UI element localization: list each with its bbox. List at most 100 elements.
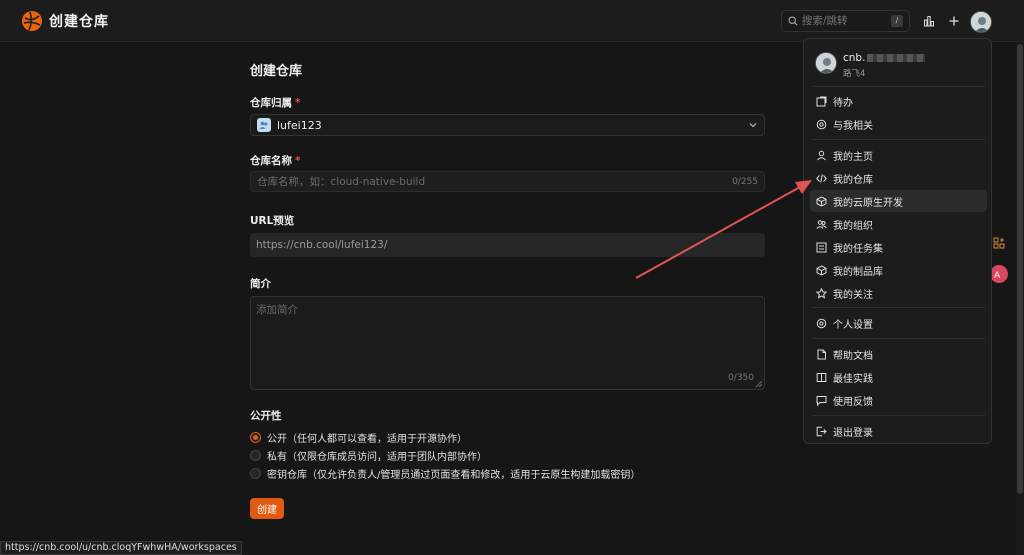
app-title: 创建仓库 (49, 14, 109, 30)
repo-name-input[interactable] (257, 175, 733, 188)
org-avatar-icon (257, 118, 271, 132)
menu-item-todo[interactable]: 待办 (810, 90, 987, 112)
menu-item-label: 我的云原生开发 (833, 197, 903, 209)
visibility-secret-option[interactable]: 密钥仓库（仅允许负责人/管理员通过页面查看和修改，适用于云原生构建加载密钥） (250, 466, 640, 481)
code-icon (816, 173, 827, 183)
required-mark: * (295, 155, 301, 167)
menu-item-label: 我的制品库 (833, 266, 883, 278)
menu-item-label: 个人设置 (833, 319, 873, 331)
menu-user-name-text: cnb. (843, 52, 866, 64)
menu-item-best-practice[interactable]: 最佳实践 (810, 366, 987, 388)
url-preview: https://cnb.cool/lufei123/ (250, 233, 765, 257)
menu-divider (812, 338, 985, 339)
redacted-mask (867, 54, 926, 62)
user-avatar-button[interactable] (970, 11, 992, 33)
chevron-down-icon (749, 123, 757, 128)
top-bar: 创建仓库 / (0, 0, 1024, 42)
name-label-text: 仓库名称 (250, 155, 292, 167)
name-label: 仓库名称 * (250, 153, 301, 168)
radio-public[interactable] (250, 432, 261, 443)
owner-label-text: 仓库归属 (250, 97, 292, 109)
menu-item-following[interactable]: 我的关注 (810, 282, 987, 304)
menu-item-profile[interactable]: 我的主页 (810, 144, 987, 166)
radio-secret-label: 密钥仓库（仅允许负责人/管理员通过页面查看和修改，适用于云原生构建加载密钥） (267, 470, 641, 481)
logout-icon (816, 426, 827, 436)
name-counter: 0/255 (732, 176, 758, 187)
svg-text:A: A (994, 271, 1001, 280)
menu-item-mentions[interactable]: 与我相关 (810, 113, 987, 135)
resize-handle-icon[interactable] (756, 381, 762, 387)
menu-user-header: cnb. 路飞4 (815, 52, 926, 79)
owner-label: 仓库归属 * (250, 95, 301, 110)
menu-divider (812, 415, 985, 416)
star-icon (816, 287, 827, 299)
menu-divider (812, 139, 985, 140)
menu-user-subtitle: 路飞4 (843, 69, 866, 79)
visibility-public-option[interactable]: 公开（任何人都可以查看，适用于开源协作） (250, 430, 467, 445)
group-icon (816, 219, 827, 229)
desc-label: 简介 (250, 278, 271, 290)
app-logo[interactable]: 创建仓库 (21, 10, 109, 32)
menu-item-label: 我的主页 (833, 151, 873, 163)
description-input[interactable] (256, 302, 756, 372)
package-icon (816, 264, 827, 276)
radio-public-label: 公开（任何人都可以查看，适用于开源协作） (267, 434, 467, 445)
menu-item-orgs[interactable]: 我的组织 (810, 213, 987, 235)
doc-icon (817, 349, 826, 359)
menu-divider (812, 307, 985, 308)
description-field[interactable]: 0/350 (250, 296, 765, 390)
menu-item-label: 我的任务集 (833, 243, 883, 255)
create-button[interactable]: 创建 (250, 498, 284, 519)
translate-float-icon[interactable]: A (990, 265, 1008, 283)
owner-select[interactable]: lufei123 (250, 114, 765, 136)
search-icon (788, 16, 798, 26)
menu-item-label: 我的仓库 (833, 174, 873, 186)
add-icon[interactable] (946, 13, 962, 29)
scrollbar-thumb[interactable] (1017, 44, 1023, 494)
required-mark: * (295, 97, 301, 109)
avatar-icon (971, 12, 991, 32)
status-bar-url: https://cnb.cool/u/cnb.cloqYFwhwHA/works… (0, 541, 242, 555)
search-input[interactable] (802, 15, 891, 27)
page-title: 创建仓库 (250, 64, 303, 79)
menu-item-feedback[interactable]: 使用反馈 (810, 389, 987, 411)
todo-icon (816, 96, 827, 106)
menu-user-name: cnb. (843, 52, 926, 64)
chart-glyph-icon (924, 16, 935, 27)
search-box[interactable]: / (781, 10, 910, 32)
menu-item-label: 最佳实践 (833, 373, 873, 385)
at-icon (816, 119, 827, 129)
avatar-icon (816, 53, 836, 73)
menu-item-label: 待办 (833, 97, 853, 109)
menu-item-label: 我的关注 (833, 289, 873, 301)
radio-secret[interactable] (250, 468, 261, 479)
settings-icon (816, 318, 827, 328)
menu-divider (812, 86, 985, 87)
menu-item-settings[interactable]: 个人设置 (810, 312, 987, 334)
menu-item-help[interactable]: 帮助文档 (810, 343, 987, 365)
repo-name-field[interactable]: 0/255 (250, 171, 765, 192)
owner-value: lufei123 (277, 118, 322, 132)
cnb-logo-icon (22, 11, 42, 31)
plus-icon (949, 16, 959, 26)
menu-item-artifacts[interactable]: 我的制品库 (810, 259, 987, 281)
visibility-label: 公开性 (250, 410, 282, 422)
menu-item-cloud-dev[interactable]: 我的云原生开发 (810, 190, 987, 212)
chart-icon[interactable] (921, 13, 937, 29)
menu-item-repos[interactable]: 我的仓库 (810, 167, 987, 189)
desc-counter: 0/350 (728, 373, 754, 383)
menu-item-label: 我的组织 (833, 220, 873, 232)
menu-item-label: 与我相关 (833, 120, 873, 132)
cube-cloud-icon (816, 195, 827, 207)
menu-item-label: 退出登录 (833, 427, 873, 439)
feedback-icon (816, 395, 827, 406)
menu-item-logout[interactable]: 退出登录 (810, 420, 987, 442)
menu-avatar (815, 52, 837, 74)
apps-float-icon[interactable] (992, 236, 1006, 250)
user-dropdown-menu: cnb. 路飞4 待办 与我相关 我的主页 我的仓库 我的云原生开发 我的组织 … (803, 38, 992, 444)
menu-item-tasks[interactable]: 我的任务集 (810, 236, 987, 258)
radio-private-label: 私有（仅限仓库成员访问，适用于团队内部协作） (267, 452, 487, 463)
list-icon (816, 242, 827, 252)
visibility-private-option[interactable]: 私有（仅限仓库成员访问，适用于团队内部协作） (250, 448, 487, 463)
radio-private[interactable] (250, 450, 261, 461)
